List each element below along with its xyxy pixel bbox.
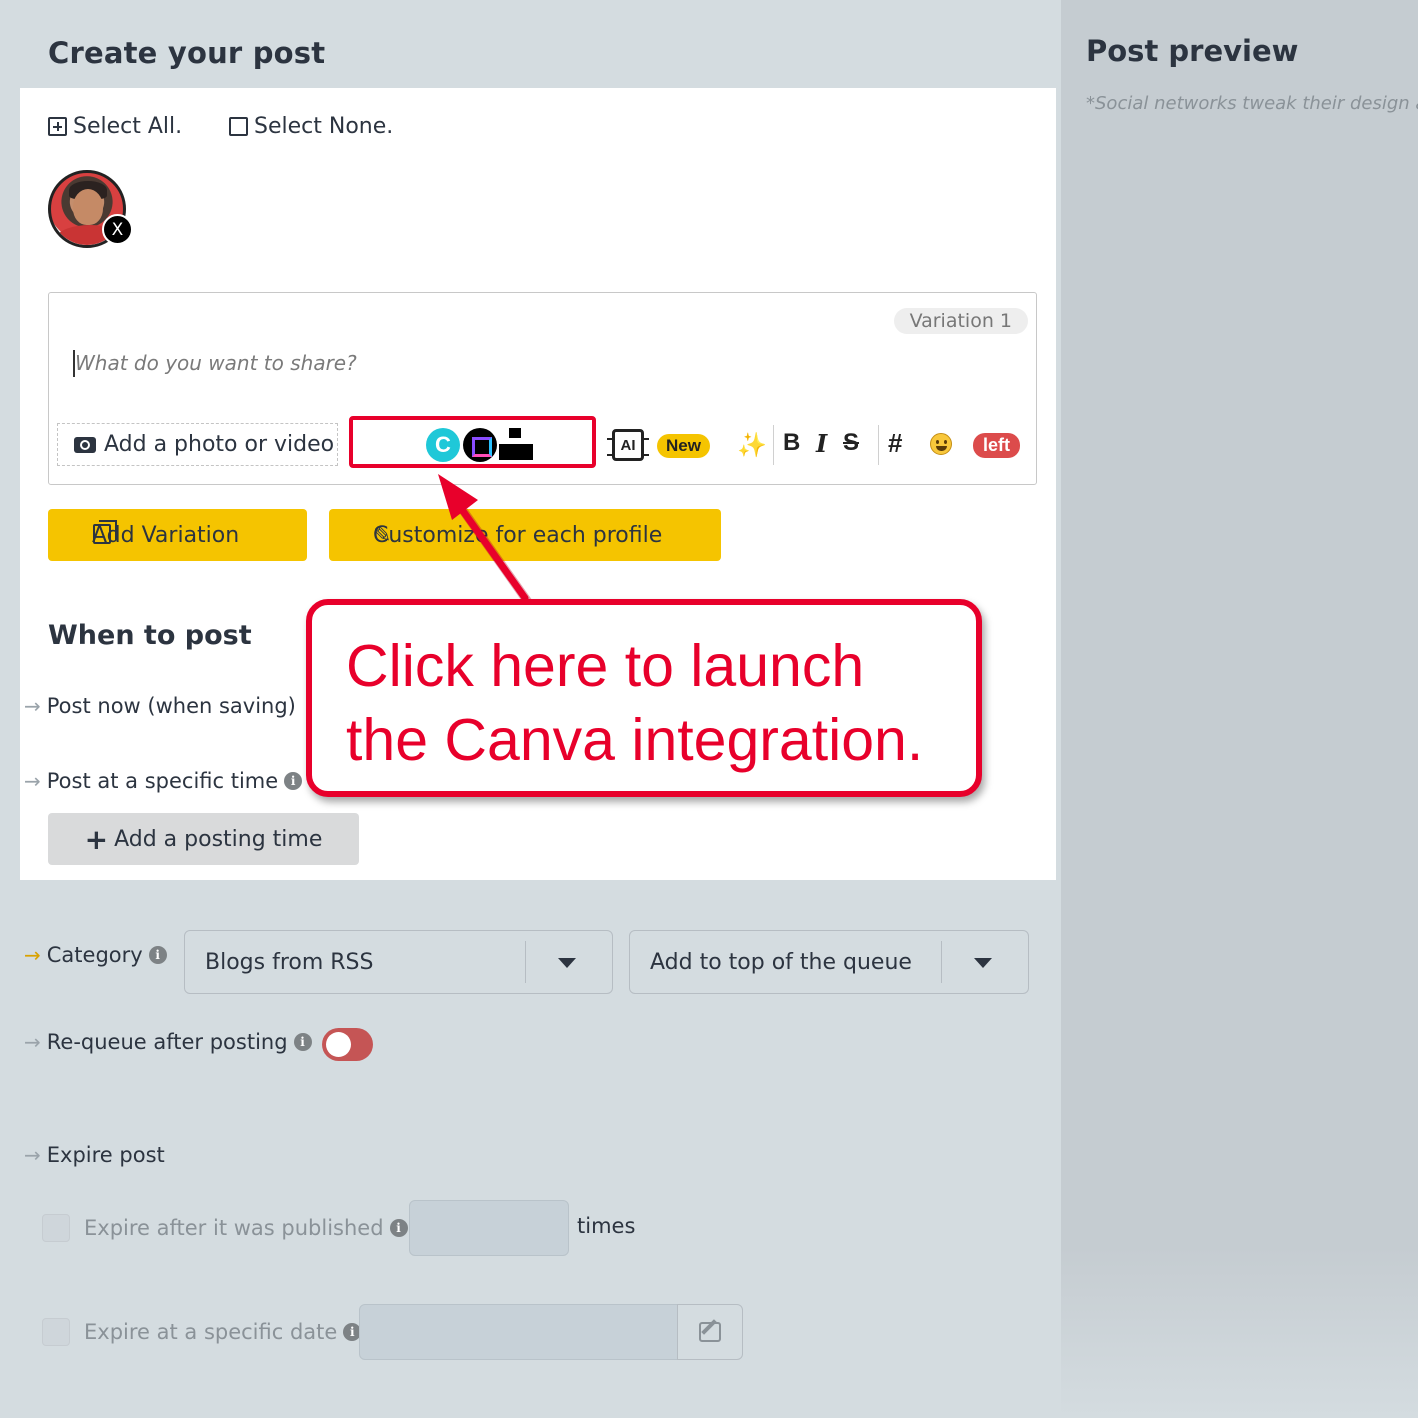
x-network-icon: X <box>102 214 133 245</box>
requeue-label: Re-queue after posting <box>46 1030 288 1054</box>
magic-wand-icon[interactable]: ✨ <box>737 431 767 460</box>
design-tool-icon <box>463 428 497 462</box>
avatar-face <box>73 189 103 225</box>
add-posting-time-button[interactable]: + Add a posting time <box>48 813 359 865</box>
select-none-button[interactable]: Select None. <box>229 114 393 139</box>
strikethrough-button[interactable]: S <box>843 429 859 457</box>
copy-icon <box>93 520 117 544</box>
expire-date-label: Expire at a specific date <box>84 1320 338 1344</box>
expire-post-row: → Expire post <box>24 1143 165 1167</box>
queue-position-value: Add to top of the queue <box>650 949 912 975</box>
expire-after-published-label: Expire after it was published <box>84 1216 384 1240</box>
arrow-right-icon: → <box>24 694 41 718</box>
annotation-callout: Click here to launch the Canva integrati… <box>306 599 982 797</box>
emoji-icon[interactable] <box>930 433 952 455</box>
expire-after-published-row: Expire after it was published i <box>42 1214 408 1242</box>
preview-title: Post preview <box>1086 34 1299 68</box>
select-all-label: Select All. <box>73 114 183 139</box>
post-now-option[interactable]: → Post now (when saving) <box>24 694 296 718</box>
customize-profile-button[interactable]: ✎ Customize for each profile <box>329 509 721 561</box>
expire-times-input[interactable] <box>409 1200 569 1256</box>
variation-label[interactable]: Variation 1 <box>893 308 1028 334</box>
expire-date-checkbox[interactable] <box>42 1318 70 1346</box>
info-icon[interactable]: i <box>284 772 303 790</box>
date-picker-button[interactable] <box>677 1304 743 1360</box>
arrow-right-icon: → <box>24 1030 41 1054</box>
add-posting-time-label: Add a posting time <box>114 826 323 852</box>
edit-icon <box>699 1322 721 1342</box>
post-text-input[interactable]: What do you want to share? <box>75 351 357 375</box>
plus-square-icon <box>48 117 67 136</box>
info-icon[interactable]: i <box>293 1033 312 1051</box>
bold-button[interactable]: B <box>783 429 800 457</box>
unsplash-icon <box>499 428 533 462</box>
post-specific-time-option[interactable]: → Post at a specific time i <box>24 769 303 793</box>
callout-line-2: the Canva integration. <box>346 707 924 773</box>
select-all-button[interactable]: Select All. <box>48 114 182 139</box>
hashtag-button[interactable]: # <box>888 428 902 459</box>
callout-line-1: Click here to launch <box>346 633 865 699</box>
toolbar-divider <box>773 425 774 465</box>
ai-chip-icon[interactable]: AI <box>607 429 649 461</box>
canva-icon: C <box>426 428 460 462</box>
characters-left-badge: left <box>973 433 1020 458</box>
post-now-label: Post now (when saving) <box>46 694 296 718</box>
expire-post-label: Expire post <box>46 1143 165 1167</box>
empty-square-icon <box>229 117 248 136</box>
page-title: Create your post <box>48 36 326 70</box>
italic-button[interactable]: I <box>816 429 827 458</box>
new-badge: New <box>657 434 710 458</box>
category-label-row: → Category i <box>24 943 167 967</box>
requeue-row: → Re-queue after posting i <box>24 1030 312 1054</box>
arrow-right-icon: → <box>24 769 41 793</box>
select-divider <box>525 941 526 983</box>
customize-label: Customize for each profile <box>373 522 663 548</box>
expire-after-published-checkbox[interactable] <box>42 1214 70 1242</box>
select-divider <box>941 941 942 983</box>
add-photo-button[interactable]: Add a photo or video <box>57 423 338 466</box>
expire-date-input[interactable] <box>359 1304 678 1360</box>
chevron-down-icon <box>974 958 992 968</box>
category-value: Blogs from RSS <box>205 949 374 975</box>
category-select[interactable]: Blogs from RSS <box>184 930 613 994</box>
info-icon[interactable]: i <box>148 946 167 964</box>
add-photo-label: Add a photo or video <box>104 432 335 457</box>
add-variation-button[interactable]: Add Variation <box>48 509 307 561</box>
select-none-label: Select None. <box>254 114 394 139</box>
info-icon[interactable]: i <box>389 1219 408 1237</box>
requeue-toggle[interactable] <box>322 1028 373 1061</box>
arrow-right-icon: → <box>24 1143 41 1167</box>
post-editor: Variation 1 What do you want to share? A… <box>48 292 1037 485</box>
post-specific-time-label: Post at a specific time <box>46 769 279 793</box>
times-label: times <box>577 1214 636 1238</box>
category-label: Category <box>46 943 143 967</box>
when-to-post-heading: When to post <box>48 620 252 651</box>
preview-note: *Social networks tweak their design all … <box>1086 93 1418 114</box>
pencil-icon: ✎ <box>373 523 392 548</box>
queue-position-select[interactable]: Add to top of the queue <box>629 930 1029 994</box>
toolbar-divider <box>878 425 879 465</box>
callout-text: Click here to launch the Canva integrati… <box>346 629 966 777</box>
plus-icon: + <box>84 822 109 856</box>
expire-date-row: Expire at a specific date i <box>42 1318 362 1346</box>
chevron-down-icon <box>558 958 576 968</box>
camera-icon <box>74 436 96 453</box>
post-preview-panel: Post preview *Social networks tweak thei… <box>1061 0 1418 1418</box>
canva-integration-button[interactable]: C <box>349 416 596 468</box>
arrow-right-icon: → <box>24 943 41 967</box>
